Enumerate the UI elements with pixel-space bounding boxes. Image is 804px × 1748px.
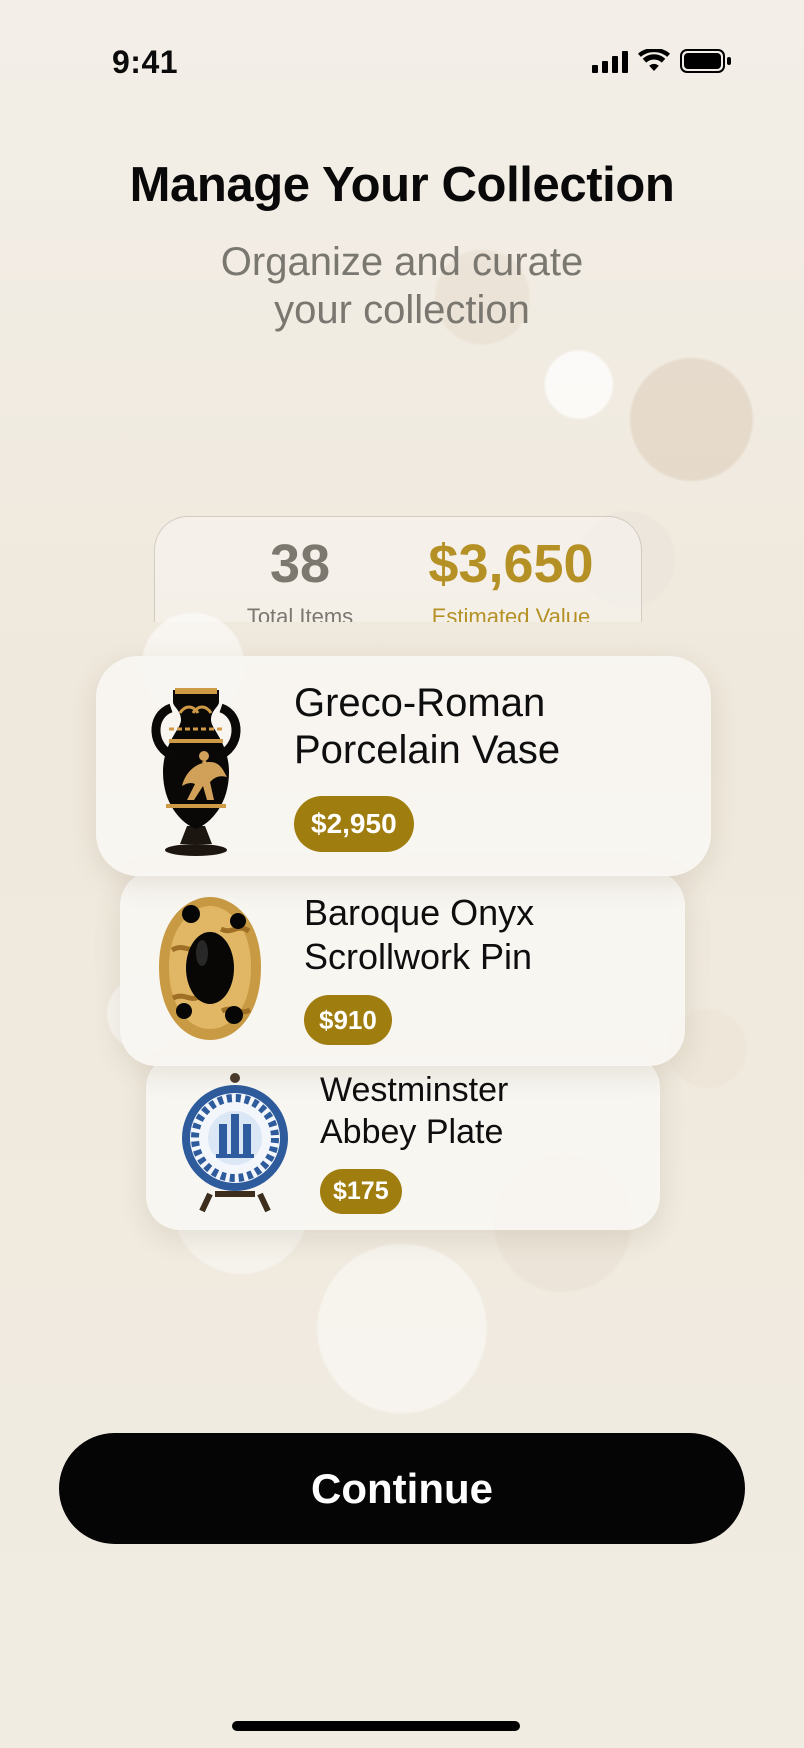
status-icons — [592, 49, 732, 73]
item-title: Baroque Onyx Scrollwork Pin — [304, 891, 685, 978]
status-bar: 9:41 — [0, 0, 804, 96]
item-title: Westminster Abbey Plate — [320, 1070, 660, 1152]
item-title-line-2: Scrollwork Pin — [304, 936, 533, 977]
item-details: Westminster Abbey Plate $175 — [320, 1070, 660, 1214]
page-title: Manage Your Collection — [129, 158, 675, 212]
item-title-line-1: Greco-Roman — [294, 680, 546, 725]
item-title-line-1: Baroque Onyx — [304, 892, 535, 934]
item-details: Baroque Onyx Scrollwork Pin $910 — [304, 891, 685, 1045]
price-badge: $910 — [304, 994, 392, 1045]
battery-icon — [680, 49, 732, 73]
intro-header: Manage Your Collection Organize and cura… — [0, 158, 804, 334]
page-subtitle: Organize and curate your collection — [0, 239, 804, 333]
estimated-value-value: $3,650 — [428, 534, 594, 594]
total-items-value: 38 — [269, 534, 331, 594]
item-details: Greco-Roman Porcelain Vase $2,950 — [294, 680, 711, 853]
total-items-stat: 38 Total Items — [210, 537, 390, 622]
estimated-value-label: Estimated Value — [431, 604, 591, 623]
item-title-line-1: Westminster — [320, 1071, 509, 1110]
status-time: 9:41 — [112, 44, 179, 80]
subtitle-line-2: your collection — [274, 287, 530, 332]
subtitle-line-1: Organize and curate — [220, 240, 584, 285]
home-indicator — [232, 1721, 520, 1731]
estimated-value-stat: $3,650 Estimated Value — [401, 537, 621, 622]
item-title-line-2: Abbey Plate — [320, 1112, 504, 1151]
collection-stats-card: 38 Total Items $3,650 Estimated Value — [154, 516, 642, 622]
item-title: Greco-Roman Porcelain Vase — [294, 680, 711, 774]
total-items-label: Total Items — [246, 604, 354, 623]
item-title-line-2: Porcelain Vase — [294, 728, 561, 772]
continue-button[interactable]: Continue — [59, 1433, 745, 1544]
price-badge: $2,950 — [294, 796, 414, 853]
signal-icon — [592, 50, 628, 73]
greek-vase-icon — [138, 674, 254, 858]
price-badge: $175 — [320, 1168, 402, 1214]
collection-item-card[interactable]: Greco-Roman Porcelain Vase $2,950 — [96, 656, 711, 876]
collection-item-card[interactable]: Baroque Onyx Scrollwork Pin $910 — [120, 870, 685, 1066]
onyx-brooch-icon — [152, 891, 270, 1046]
collection-item-card[interactable]: Westminster Abbey Plate $175 — [146, 1054, 660, 1230]
wifi-icon — [638, 49, 670, 73]
decorative-plate-icon — [181, 1072, 289, 1213]
